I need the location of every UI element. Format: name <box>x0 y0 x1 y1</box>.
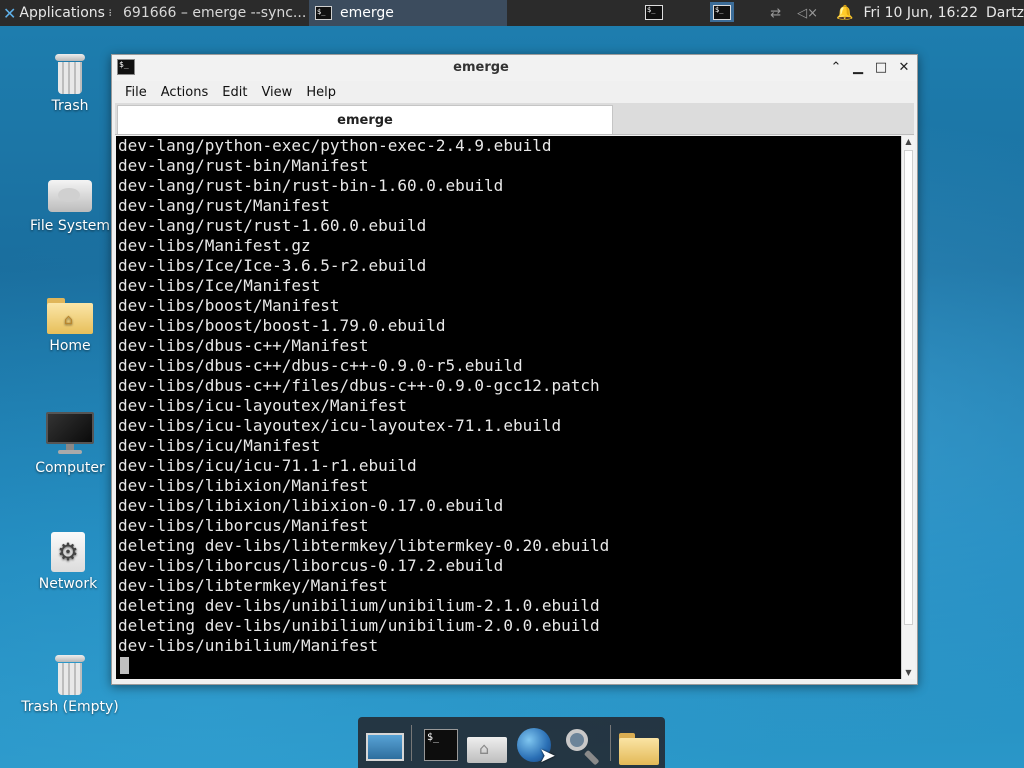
terminal-line: dev-lang/rust/Manifest <box>118 196 330 215</box>
dock-folder-button[interactable] <box>617 725 659 765</box>
top-panel: ✕ Applications≡ 691666 – emerge --sync..… <box>0 0 1024 26</box>
terminal-line: dev-libs/dbus-c++/files/dbus-c++-0.9.0-g… <box>118 376 600 395</box>
scrollbar-thumb[interactable] <box>904 150 913 625</box>
terminal-line: dev-libs/icu/Manifest <box>118 436 321 455</box>
terminal-line: dev-lang/python-exec/python-exec-2.4.9.e… <box>118 136 552 155</box>
terminal-line: dev-libs/Manifest.gz <box>118 236 311 255</box>
mouse-pointer-icon: ➤ <box>539 743 556 767</box>
desktop-icon-network[interactable]: ⚙ Network <box>8 532 128 592</box>
show-desktop-button[interactable] <box>364 725 406 765</box>
terminal-line: dev-lang/rust-bin/rust-bin-1.60.0.ebuild <box>118 176 504 195</box>
clock[interactable]: Fri 10 Jun, 16:22 <box>863 5 978 21</box>
workspace-1-button[interactable]: $_ <box>642 2 666 22</box>
hard-drive-icon <box>48 180 92 212</box>
dock-terminal-button[interactable]: $_ <box>420 725 462 765</box>
terminal-line: dev-libs/icu-layoutex/icu-layoutex-71.1.… <box>118 416 562 435</box>
terminal-icon: $_ <box>424 729 458 761</box>
scrollbar[interactable]: ▲ ▼ <box>901 136 915 679</box>
window-titlebar[interactable]: $_ emerge ⌃ ▁ □ ✕ <box>112 55 917 81</box>
menu-help[interactable]: Help <box>299 85 343 100</box>
terminal-line: dev-libs/boost/boost-1.79.0.ebuild <box>118 316 446 335</box>
terminal-line: dev-libs/boost/Manifest <box>118 296 340 315</box>
tab-emerge[interactable]: emerge <box>117 105 613 134</box>
scroll-down-icon[interactable]: ▼ <box>902 667 915 679</box>
terminal-line: deleting dev-libs/libtermkey/libtermkey-… <box>118 536 610 555</box>
terminal-line: dev-libs/Ice/Ice-3.6.5-r2.ebuild <box>118 256 427 275</box>
dock-separator <box>411 725 412 761</box>
taskbar-item-terminal[interactable]: $_ emerge <box>309 0 507 26</box>
user-menu[interactable]: Dartz <box>986 5 1024 21</box>
maximize-button[interactable]: □ <box>872 59 890 77</box>
terminal-cursor-line <box>116 656 901 676</box>
system-tray: ⇄ ◁× 🔔 Fri 10 Jun, 16:22 Dartz <box>762 0 1024 26</box>
terminal-window: $_ emerge ⌃ ▁ □ ✕ File Actions Edit View… <box>111 54 918 685</box>
applications-menu-button[interactable]: ✕ Applications≡ <box>0 0 111 26</box>
terminal-line: dev-libs/dbus-c++/dbus-c++-0.9.0-r5.ebui… <box>118 356 523 375</box>
volume-muted-icon[interactable]: ◁× <box>797 6 818 21</box>
terminal-line: dev-lang/rust-bin/Manifest <box>118 156 369 175</box>
dock-web-browser-button[interactable]: ➤ <box>513 725 556 767</box>
close-button[interactable]: ✕ <box>895 59 913 77</box>
taskbar-item-label: emerge <box>340 5 394 21</box>
applications-menu-label: Applications <box>19 5 105 21</box>
folder-icon <box>619 738 659 765</box>
terminal-line: dev-lang/rust/rust-1.60.0.ebuild <box>118 216 427 235</box>
terminal-line: dev-libs/icu/icu-71.1-r1.ebuild <box>118 456 417 475</box>
text-cursor <box>120 657 129 674</box>
terminal-line: dev-libs/libtermkey/Manifest <box>118 576 388 595</box>
menu-bar: File Actions Edit View Help <box>112 81 917 103</box>
terminal-line: deleting dev-libs/unibilium/unibilium-2.… <box>118 616 600 635</box>
desktop-icon-label: Trash (Empty) <box>21 699 119 715</box>
window-title: emerge <box>453 60 509 75</box>
terminal-line: dev-libs/libixion/libixion-0.17.0.ebuild <box>118 496 504 515</box>
terminal-icon: $_ <box>645 4 663 20</box>
terminal-output[interactable]: dev-lang/python-exec/python-exec-2.4.9.e… <box>116 136 901 679</box>
dock-separator <box>610 725 611 761</box>
show-desktop-icon <box>366 733 404 761</box>
terminal-line: dev-libs/icu-layoutex/Manifest <box>118 396 407 415</box>
magnifier-icon <box>566 729 588 751</box>
home-folder-icon: ⌂ <box>47 298 93 334</box>
dock: $_ ⌂ ➤ <box>358 717 665 768</box>
dock-search-button[interactable] <box>562 725 604 766</box>
terminal-line: dev-libs/liborcus/Manifest <box>118 516 369 535</box>
menu-edit[interactable]: Edit <box>215 85 254 100</box>
terminal-icon: $_ <box>713 4 731 20</box>
terminal-icon: $_ <box>315 6 332 20</box>
dock-file-manager-button[interactable]: ⌂ <box>465 725 507 765</box>
menu-view[interactable]: View <box>254 85 299 100</box>
taskbar-item-label: 691666 – emerge --sync... <box>123 5 307 21</box>
terminal-line: dev-libs/liborcus/liborcus-0.17.2.ebuild <box>118 556 504 575</box>
terminal-line: dev-libs/libixion/Manifest <box>118 476 369 495</box>
tab-bar: emerge <box>115 103 914 135</box>
workspace-2-button[interactable]: $_ <box>710 2 734 22</box>
computer-icon <box>46 412 94 456</box>
trash-icon <box>55 655 85 695</box>
terminal-line: dev-libs/dbus-c++/Manifest <box>118 336 369 355</box>
menu-actions[interactable]: Actions <box>154 85 216 100</box>
trash-icon <box>55 54 85 94</box>
xfce-logo-icon: ✕ <box>3 3 17 23</box>
minimize-button[interactable]: ▁ <box>849 59 867 77</box>
network-disconnected-icon[interactable]: ⇄ <box>770 6 781 21</box>
terminal-line: deleting dev-libs/unibilium/unibilium-2.… <box>118 596 600 615</box>
terminal-line: dev-libs/Ice/Manifest <box>118 276 321 295</box>
gear-icon: ⚙ <box>51 532 85 572</box>
roll-up-button[interactable]: ⌃ <box>827 59 845 77</box>
terminal-line: dev-libs/unibilium/Manifest <box>118 636 379 655</box>
bell-icon[interactable]: 🔔 <box>836 5 853 21</box>
desktop-icon-label: Network <box>38 576 98 592</box>
menu-file[interactable]: File <box>112 85 154 100</box>
scroll-up-icon[interactable]: ▲ <box>902 136 915 148</box>
taskbar-item-firefox[interactable]: 691666 – emerge --sync... <box>111 0 309 26</box>
